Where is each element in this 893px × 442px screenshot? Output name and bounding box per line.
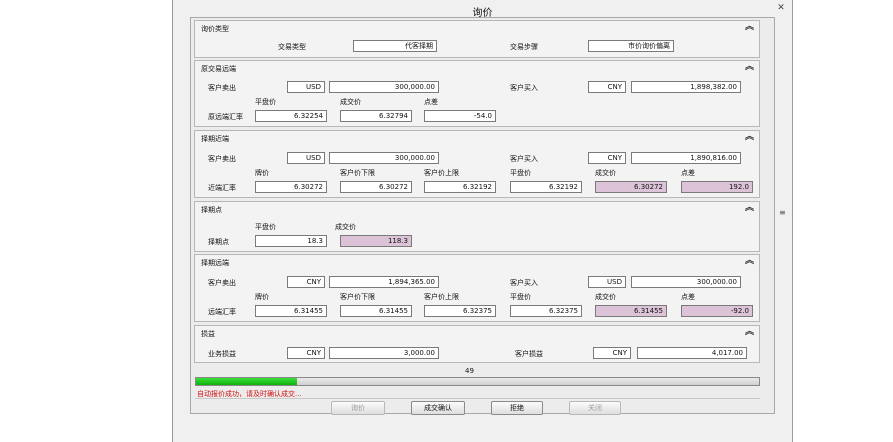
section-title: 原交易远端 bbox=[201, 65, 236, 73]
section-swap-points: 择期点 ︽ 平盘价 成交价 择期点 18.3 118.3 bbox=[194, 201, 760, 252]
customer-pnl-field[interactable]: 4,017.00 bbox=[637, 347, 747, 359]
rate-label: 原远端汇率 bbox=[208, 113, 243, 121]
chevron-double-up-icon[interactable]: ︽ bbox=[745, 22, 754, 32]
section-original-far: 原交易远端 ︽ 客户卖出 USD 300,000.00 客户买入 CNY 1,8… bbox=[194, 60, 760, 127]
flat-price-label: 平盘价 bbox=[255, 223, 276, 231]
divider bbox=[195, 398, 760, 399]
sell-label: 客户卖出 bbox=[208, 84, 236, 92]
buy-label: 客户买入 bbox=[510, 84, 538, 92]
flat-price-label: 平盘价 bbox=[255, 98, 276, 106]
upper-limit-label: 客户价上限 bbox=[424, 293, 459, 301]
lower-limit-label: 客户价下限 bbox=[340, 293, 375, 301]
spread-field[interactable]: -92.0 bbox=[681, 305, 753, 317]
chevron-double-up-icon[interactable]: ︽ bbox=[745, 256, 754, 266]
buy-amount-field[interactable]: 1,898,382.00 bbox=[631, 81, 741, 93]
flat-points-field[interactable]: 18.3 bbox=[255, 235, 327, 247]
deal-price-field[interactable]: 6.31455 bbox=[595, 305, 667, 317]
section-title: 择期近端 bbox=[201, 135, 229, 143]
flat-price-label: 平盘价 bbox=[510, 169, 531, 177]
business-pnl-currency-field[interactable]: CNY bbox=[287, 347, 325, 359]
section-title: 择期点 bbox=[201, 206, 222, 214]
close-button[interactable]: 关闭 bbox=[569, 401, 621, 415]
flat-price-field[interactable]: 6.32254 bbox=[255, 110, 327, 122]
section-title: 询价类型 bbox=[201, 25, 229, 33]
sell-currency-field[interactable]: CNY bbox=[287, 276, 325, 288]
spread-field[interactable]: -54.0 bbox=[424, 110, 496, 122]
spread-label: 点差 bbox=[424, 98, 438, 106]
rate-label: 近端汇率 bbox=[208, 184, 236, 192]
lower-limit-label: 客户价下限 bbox=[340, 169, 375, 177]
business-pnl-label: 业务损益 bbox=[208, 350, 236, 358]
sell-amount-field[interactable]: 1,894,365.00 bbox=[329, 276, 439, 288]
chevron-double-up-icon[interactable]: ︽ bbox=[745, 132, 754, 142]
progress-counter: 49 bbox=[465, 367, 474, 375]
trade-type-field[interactable]: 代客择期 bbox=[353, 40, 437, 52]
flat-price-field[interactable]: 6.32192 bbox=[510, 181, 582, 193]
lower-limit-field[interactable]: 6.31455 bbox=[340, 305, 412, 317]
close-icon[interactable]: ✕ bbox=[776, 3, 786, 13]
flat-price-label: 平盘价 bbox=[510, 293, 531, 301]
sell-currency-field[interactable]: USD bbox=[287, 152, 325, 164]
sell-label: 客户卖出 bbox=[208, 155, 236, 163]
buy-currency-field[interactable]: CNY bbox=[588, 81, 626, 93]
deal-points-field[interactable]: 118.3 bbox=[340, 235, 412, 247]
sell-amount-field[interactable]: 300,000.00 bbox=[329, 152, 439, 164]
trade-step-label: 交易步骤 bbox=[510, 43, 538, 51]
quote-price-label: 牌价 bbox=[255, 169, 269, 177]
section-inquiry-type: 询价类型 ︽ 交易类型 代客择期 交易步骤 市价询价偏离 bbox=[194, 20, 760, 58]
buy-label: 客户买入 bbox=[510, 155, 538, 163]
spread-label: 点差 bbox=[681, 169, 695, 177]
sell-label: 客户卖出 bbox=[208, 279, 236, 287]
buy-amount-field[interactable]: 300,000.00 bbox=[631, 276, 741, 288]
section-far-leg: 择期远端 ︽ 客户卖出 CNY 1,894,365.00 客户买入 USD 30… bbox=[194, 254, 760, 322]
section-near-leg: 择期近端 ︽ 客户卖出 USD 300,000.00 客户买入 CNY 1,89… bbox=[194, 130, 760, 198]
deal-price-label: 成交价 bbox=[340, 98, 361, 106]
buy-label: 客户买入 bbox=[510, 279, 538, 287]
progress-bar bbox=[195, 377, 760, 386]
upper-limit-field[interactable]: 6.32192 bbox=[424, 181, 496, 193]
deal-price-label: 成交价 bbox=[335, 223, 356, 231]
sell-currency-field[interactable]: USD bbox=[287, 81, 325, 93]
sell-amount-field[interactable]: 300,000.00 bbox=[329, 81, 439, 93]
reject-button[interactable]: 拒绝 bbox=[491, 401, 543, 415]
section-pnl: 损益 ︽ 业务损益 CNY 3,000.00 客户损益 CNY 4,017.00 bbox=[194, 325, 760, 363]
business-pnl-field[interactable]: 3,000.00 bbox=[329, 347, 439, 359]
spread-label: 点差 bbox=[681, 293, 695, 301]
chevron-double-up-icon[interactable]: ︽ bbox=[745, 327, 754, 337]
trade-type-label: 交易类型 bbox=[278, 43, 306, 51]
quote-price-label: 牌价 bbox=[255, 293, 269, 301]
inquiry-dialog: 询价 ✕ 询价类型 ︽ 交易类型 代客择期 交易步骤 市价询价偏离 原交易远端 … bbox=[172, 0, 793, 442]
deal-price-field[interactable]: 6.32794 bbox=[340, 110, 412, 122]
chevron-double-up-icon[interactable]: ︽ bbox=[745, 62, 754, 72]
quote-price-field[interactable]: 6.31455 bbox=[255, 305, 327, 317]
trade-step-field[interactable]: 市价询价偏离 bbox=[588, 40, 674, 52]
buy-currency-field[interactable]: USD bbox=[588, 276, 626, 288]
customer-pnl-currency-field[interactable]: CNY bbox=[593, 347, 631, 359]
customer-pnl-label: 客户损益 bbox=[515, 350, 543, 358]
spread-field[interactable]: 192.0 bbox=[681, 181, 753, 193]
buy-amount-field[interactable]: 1,890,816.00 bbox=[631, 152, 741, 164]
upper-limit-field[interactable]: 6.32375 bbox=[424, 305, 496, 317]
points-label: 择期点 bbox=[208, 238, 229, 246]
section-title: 择期远端 bbox=[201, 259, 229, 267]
deal-price-label: 成交价 bbox=[595, 293, 616, 301]
lower-limit-field[interactable]: 6.30272 bbox=[340, 181, 412, 193]
section-title: 损益 bbox=[201, 330, 215, 338]
confirm-deal-button[interactable]: 成交确认 bbox=[411, 401, 465, 415]
deal-price-label: 成交价 bbox=[595, 169, 616, 177]
upper-limit-label: 客户价上限 bbox=[424, 169, 459, 177]
chevron-double-up-icon[interactable]: ︽ bbox=[745, 203, 754, 213]
resize-grip-icon[interactable]: ≡ bbox=[779, 208, 786, 217]
deal-price-field[interactable]: 6.30272 bbox=[595, 181, 667, 193]
rate-label: 远端汇率 bbox=[208, 308, 236, 316]
inquiry-button[interactable]: 询价 bbox=[331, 401, 385, 415]
flat-price-field[interactable]: 6.32375 bbox=[510, 305, 582, 317]
quote-price-field[interactable]: 6.30272 bbox=[255, 181, 327, 193]
progress-fill bbox=[196, 378, 298, 385]
buy-currency-field[interactable]: CNY bbox=[588, 152, 626, 164]
